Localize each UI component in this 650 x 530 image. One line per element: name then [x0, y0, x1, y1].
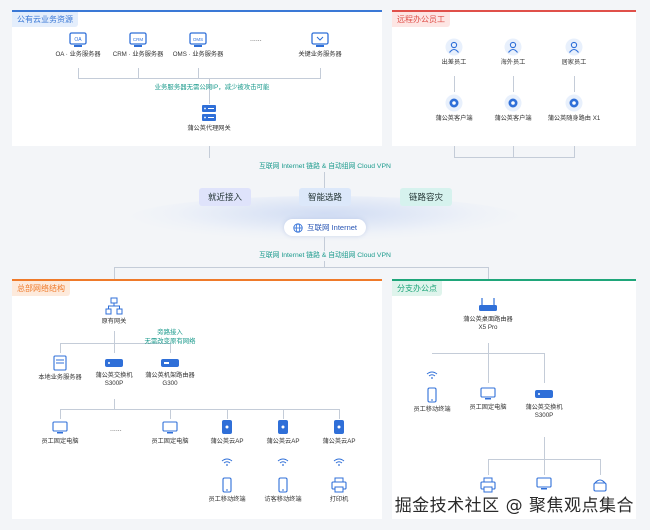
internet-node: 互联网 Internet [284, 219, 366, 236]
remote-client-label: 蒲公英随身路由 X1 [547, 115, 601, 122]
branch-desktop-router: 蒲公英桌面路由器 X5 Pro [438, 297, 538, 333]
server-icon [311, 32, 329, 47]
wifi-icon [426, 371, 438, 379]
pgy-client-icon [445, 94, 463, 112]
cloud-ap-icon [278, 420, 288, 434]
pill-smart-routing: 智能选路 [299, 188, 351, 206]
server-icon: OMS [189, 32, 207, 47]
hq-pc-1: 员工固定电脑 [10, 421, 110, 446]
desktop-router-icon [479, 298, 497, 311]
proxy-gateway-label: 蒲公英代理网关 [187, 125, 231, 132]
watermark: 掘金技术社区 @ 聚焦观点集合 [394, 496, 634, 516]
gateway-network-icon [105, 297, 123, 315]
rack-router-icon [161, 359, 179, 367]
globe-icon [293, 222, 303, 233]
person-icon [565, 38, 583, 56]
hq-panel: 总部网络结构 原有网关 旁路接入 无需改变原有网络 本地业务服务器 蒲公英交换机… [12, 279, 382, 519]
cloud-panel-title: 公有云业务资源 [12, 12, 78, 27]
oms-server: OMS OMS · 业务服务器 [148, 32, 248, 59]
key-server: 关键业务服务器 [270, 32, 370, 59]
wifi-icon [333, 458, 345, 466]
original-gateway: 原有网关 [64, 297, 164, 326]
svg-text:OA: OA [74, 37, 82, 43]
branch-switch-model: S300P [534, 412, 554, 420]
branch-router-model: X5 Pro [478, 324, 498, 332]
hq-printer-label: 打印机 [329, 496, 349, 503]
branch-panel-title: 分支办公点 [392, 281, 442, 296]
mobile-icon [222, 477, 232, 493]
mobile-icon [278, 477, 288, 493]
svg-text:CRM: CRM [133, 37, 143, 42]
mobile-icon [427, 387, 437, 403]
pgy-router-x1-icon [565, 94, 583, 112]
hq-ap-3: 蒲公英云AP [289, 419, 389, 446]
cloud-ap-icon [222, 420, 232, 434]
wifi-icon [277, 458, 289, 466]
branch-panel: 分支办公点 蒲公英桌面路由器 X5 Pro 员工移动终端 员工固定电脑 蒲公英交… [392, 279, 636, 519]
remote-person-label: 居家员工 [561, 59, 587, 66]
desktop-icon [52, 421, 68, 434]
printer-icon [331, 477, 347, 493]
internet-label: 互联网 Internet [306, 223, 358, 232]
hq-rack-router-model: G300 [162, 380, 178, 388]
hq-rack-router-label: 蒲公英机架路由器 [145, 372, 195, 379]
svg-text:OMS: OMS [193, 37, 203, 42]
hq-rack-router: 蒲公英机架路由器 G300 [120, 357, 220, 389]
cloud-ap-icon [334, 420, 344, 434]
cloud-ellipsis: ...... [250, 36, 262, 43]
hq-ap-label: 蒲公英云AP [322, 438, 356, 445]
wifi-icon [221, 458, 233, 466]
remote-client-3: 蒲公英随身路由 X1 [524, 94, 624, 123]
hq-printer: 打印机 [289, 477, 389, 504]
bypass-note-1: 旁路接入 [157, 329, 183, 336]
cloud-note: 业务服务器无需公网IP，减少被攻击可能 [154, 84, 270, 91]
original-gateway-label: 原有网关 [101, 318, 127, 325]
pill-link-failover: 链路容灾 [400, 188, 452, 206]
remote-panel-title: 远程办公员工 [392, 12, 450, 27]
remote-person-3: 居家员工 [524, 38, 624, 67]
desktop-icon [536, 477, 552, 490]
hq-pc-1-label: 员工固定电脑 [41, 438, 79, 445]
pgy-client-icon [504, 94, 522, 112]
branch-switch: 蒲公英交换机 S300P [494, 387, 594, 421]
cloud-panel: 公有云业务资源 OA OA · 业务服务器 CRM CRM · 业务服务器 OM… [12, 10, 382, 146]
bypass-note-2: 无需改变原有网络 [144, 338, 196, 345]
link-bottom-text: 互联网 Internet 链路 & 自动组网 Cloud VPN [259, 252, 391, 259]
key-server-label: 关键业务服务器 [298, 51, 342, 58]
oms-server-label: OMS · 业务服务器 [172, 51, 224, 58]
desktop-icon [162, 421, 178, 434]
switch-icon [535, 390, 553, 398]
pill-nearby-access: 就近接入 [199, 188, 251, 206]
person-icon [445, 38, 463, 56]
person-icon [504, 38, 522, 56]
server-icon: CRM [129, 32, 147, 47]
proxy-gateway: 蒲公英代理网关 [159, 104, 259, 133]
link-top-text: 互联网 Internet 链路 & 自动组网 Cloud VPN [259, 163, 391, 170]
hq-panel-title: 总部网络结构 [12, 281, 70, 296]
gateway-icon [202, 105, 216, 121]
server-icon: OA [69, 32, 87, 47]
branch-switch-label: 蒲公英交换机 [525, 404, 563, 411]
branch-router-label: 蒲公英桌面路由器 [463, 316, 513, 323]
remote-panel: 远程办公员工 出差员工 海外员工 居家员工 蒲公英客户端 蒲公英客户端 蒲公英随… [392, 10, 636, 146]
